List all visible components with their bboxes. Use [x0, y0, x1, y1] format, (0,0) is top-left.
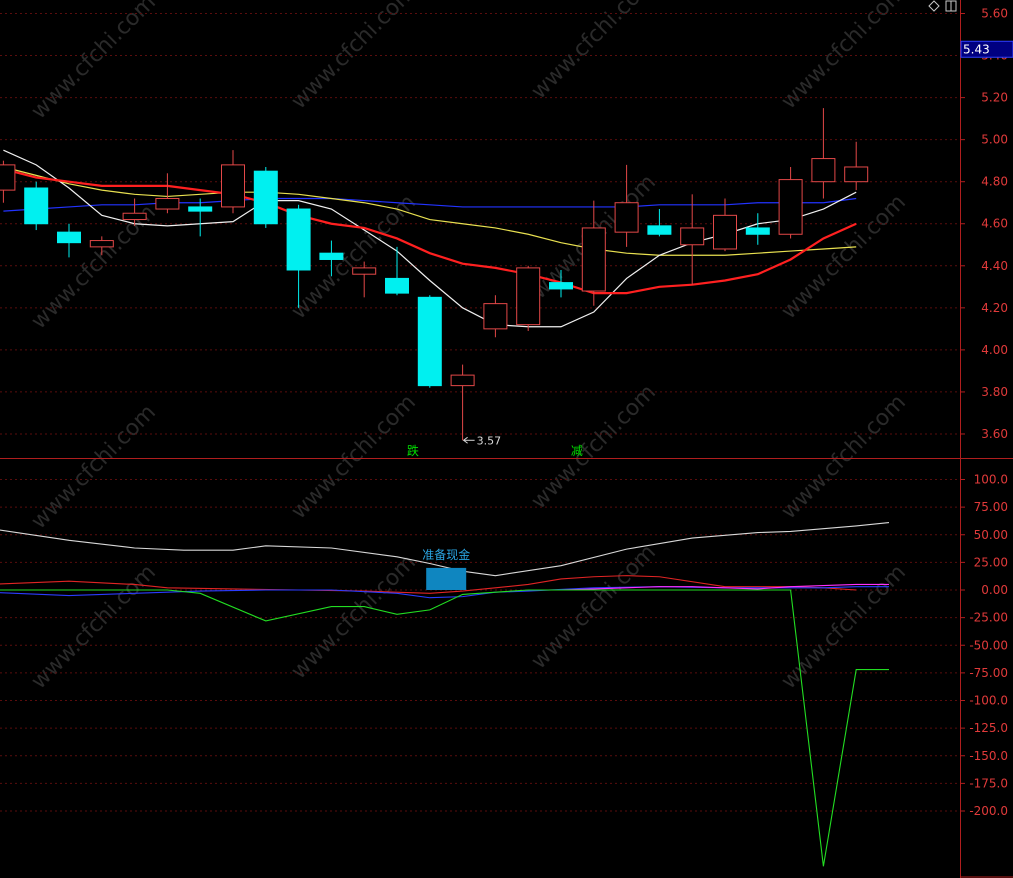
- candle: [745, 213, 770, 245]
- label-layer: 3.57 跌 减: [407, 434, 583, 458]
- price-tick-label: 4.80: [981, 175, 1008, 189]
- candle-body-down: [286, 208, 311, 271]
- cash-signal-box: [426, 567, 467, 590]
- oscillator-tick-label: -25.00: [969, 611, 1008, 625]
- price-tick-label: 5.00: [981, 133, 1008, 147]
- price-axis: 5.605.405.205.004.804.604.404.204.003.80…: [960, 0, 1013, 878]
- candle: [24, 181, 49, 231]
- candle: [155, 173, 180, 214]
- candle: [647, 209, 672, 237]
- watermark-text: www.cfchi.com: [287, 550, 421, 684]
- candle: [57, 223, 81, 258]
- candle: [778, 166, 803, 239]
- candle-body-up: [155, 198, 180, 210]
- cash-signal-label: 准备现金: [422, 547, 470, 562]
- candle-body-up: [680, 227, 705, 246]
- candle-body-down: [188, 206, 213, 212]
- price-tick-label: 3.60: [981, 427, 1008, 441]
- oscillator-tick-label: -175.0: [969, 776, 1008, 790]
- candle: [811, 108, 836, 199]
- watermark-text: www.cfchi.com: [287, 390, 421, 524]
- candle-body-up: [221, 164, 245, 208]
- candle-body-down: [647, 225, 672, 235]
- oscillator-tick-label: -150.0: [969, 749, 1008, 763]
- oscillator-tick-label: -100.0: [969, 694, 1008, 708]
- watermark-text: www.cfchi.com: [777, 390, 911, 524]
- candle-body-up: [516, 267, 541, 326]
- price-tick-label: 5.20: [981, 91, 1008, 105]
- oscillator-tick-label: -75.00: [969, 666, 1008, 680]
- price-tick-label: 4.60: [981, 217, 1008, 231]
- oscillator-tick-label: -200.0: [969, 804, 1008, 818]
- candle-body-up: [811, 158, 836, 183]
- candle: [516, 265, 541, 331]
- watermark-text: www.cfchi.com: [27, 560, 161, 694]
- watermark-text: www.cfchi.com: [527, 540, 661, 674]
- watermark-text: www.cfchi.com: [777, 560, 911, 694]
- candlestick-layer: [0, 108, 869, 441]
- candle-body-up: [483, 303, 508, 330]
- candle-body-up: [352, 267, 377, 275]
- watermark-text: www.cfchi.com: [27, 400, 161, 534]
- candle-body-up: [89, 240, 114, 248]
- candle-body-up: [614, 202, 639, 233]
- candle: [844, 141, 869, 191]
- candle-body-down: [745, 227, 770, 235]
- oscillator-tick-label: 100.0: [974, 473, 1008, 487]
- candle-body-down: [417, 296, 442, 387]
- price-tick-label: 5.60: [981, 7, 1008, 21]
- candle-body-up: [0, 164, 16, 191]
- watermark-text: www.cfchi.com: [27, 0, 161, 124]
- candle-body-down: [24, 187, 49, 225]
- price-tick-label: 4.20: [981, 301, 1008, 315]
- oscillator-tick-label: 25.00: [974, 555, 1008, 569]
- candle: [0, 160, 16, 203]
- oscillator-tick-label: 50.00: [974, 528, 1008, 542]
- stock-chart: www.cfchi.com www.cfchi.com www.cfchi.com w…: [0, 0, 1013, 878]
- candle: [713, 198, 737, 252]
- candle: [385, 246, 409, 296]
- candle-body-up: [450, 374, 475, 387]
- candle: [483, 295, 508, 338]
- candle-body-down: [549, 282, 573, 290]
- oscillator-tick-label: 75.00: [974, 500, 1008, 514]
- candle-body-down: [57, 231, 81, 244]
- min-price-label: 3.57: [477, 434, 502, 447]
- watermark-text: www.cfchi.com: [527, 380, 661, 514]
- current-price-label: 5.43: [963, 42, 990, 56]
- candle-body-down: [319, 252, 344, 260]
- candle-body-down: [253, 170, 278, 225]
- price-tick-label: 4.40: [981, 259, 1008, 273]
- candle-body-up: [581, 227, 606, 292]
- candle-body-up: [713, 214, 737, 250]
- candle-body-up: [844, 166, 869, 183]
- candle: [680, 194, 705, 285]
- signal-label-reduce: 减: [571, 444, 583, 458]
- price-tick-label: 4.00: [981, 343, 1008, 357]
- oscillator-tick-label: 0.00: [981, 583, 1008, 597]
- candle-body-up: [122, 212, 147, 221]
- signal-label-fall: 跌: [407, 443, 419, 458]
- oscillator-tick-label: -125.0: [969, 721, 1008, 735]
- candle: [253, 166, 278, 228]
- candle-body-down: [385, 277, 409, 294]
- toolbar: [928, 0, 957, 12]
- candle: [417, 295, 442, 388]
- candle: [188, 198, 213, 237]
- ma-blue-line: [3, 197, 857, 212]
- candle-body-up: [778, 179, 803, 235]
- diamond-icon[interactable]: [928, 0, 940, 12]
- watermark-text: www.cfchi.com: [527, 0, 661, 104]
- candle: [221, 150, 245, 214]
- price-tick-label: 3.80: [981, 385, 1008, 399]
- oscillator-tick-label: -50.00: [969, 638, 1008, 652]
- candle: [450, 364, 475, 441]
